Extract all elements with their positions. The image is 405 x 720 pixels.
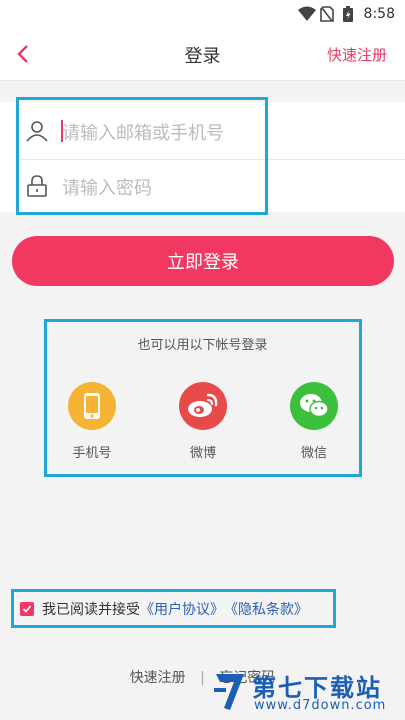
annotation-box-form [16,97,268,215]
battery-icon [343,6,353,22]
user-agreement-link[interactable]: 《用户协议》 [140,599,224,619]
watermark-url: www.d7down.com [254,698,387,713]
watermark: 第七下载站 www.d7down.com [210,668,400,718]
login-button[interactable]: 立即登录 [12,236,394,286]
privacy-link[interactable]: 《隐私条款》 [224,599,308,619]
link-separator: | [200,670,205,686]
status-bar: 8:58 [0,0,405,28]
agreement-checkbox[interactable] [20,602,34,616]
no-sim-icon [320,6,334,22]
header: 登录 快速注册 [0,28,405,81]
annotation-box-social [44,319,362,477]
agreement-row: 我已阅读并接受 《用户协议》 《隐私条款》 [20,598,308,620]
watermark-logo-icon [214,674,244,710]
agreement-text: 我已阅读并接受 [42,602,140,618]
quick-register-link[interactable]: 快速注册 [327,44,387,65]
wifi-icon [298,6,316,21]
check-icon [22,605,32,613]
status-time: 8:58 [363,6,395,22]
bottom-register-link[interactable]: 快速注册 [130,670,186,686]
